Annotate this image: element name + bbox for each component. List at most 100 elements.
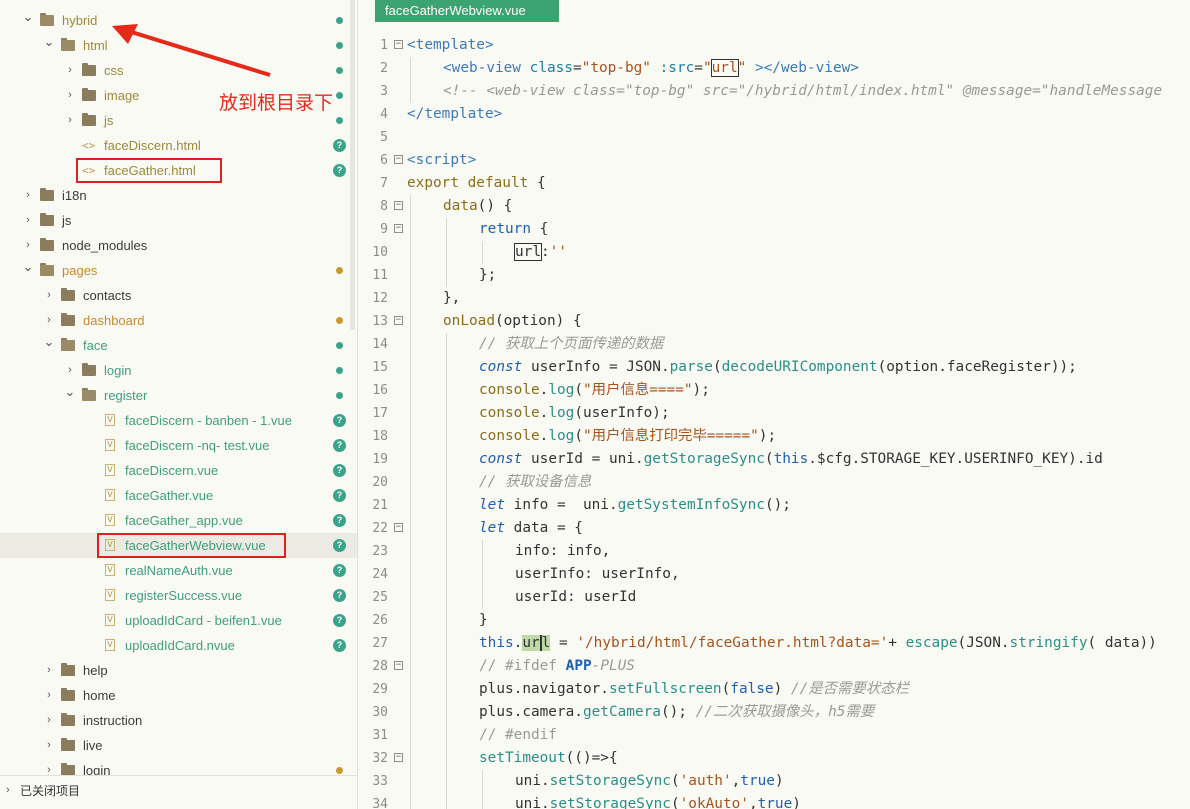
tree-item-registersuccess-vue[interactable]: VregisterSuccess.vue?: [0, 583, 357, 608]
chevron-right-icon[interactable]: ›: [43, 708, 55, 733]
tree-item-label: faceDiscern - banben - 1.vue: [125, 413, 292, 428]
code-line[interactable]: 24 userInfo: userInfo,: [358, 563, 1190, 586]
folder-open-icon: [40, 263, 54, 276]
tree-item-uploadidcard-nvue[interactable]: VuploadIdCard.nvue?: [0, 633, 357, 658]
tree-item-facediscern-banben-1-vue[interactable]: VfaceDiscern - banben - 1.vue?: [0, 408, 357, 433]
chevron-down-icon[interactable]: ⌄: [43, 329, 55, 354]
status-dot-icon: [336, 767, 343, 774]
indent-guide: [410, 195, 411, 218]
fold-toggle-icon[interactable]: −: [394, 40, 403, 49]
code-line[interactable]: 28− // #ifdef APP-PLUS: [358, 655, 1190, 678]
line-number: 25: [372, 590, 388, 605]
fold-toggle-icon[interactable]: −: [394, 753, 403, 762]
tab-faceGatherWebview[interactable]: faceGatherWebview.vue: [375, 0, 559, 22]
tree-item-js[interactable]: › js: [0, 208, 357, 233]
code-line[interactable]: 15 const userInfo = JSON.parse(decodeURIC…: [358, 356, 1190, 379]
chevron-right-icon[interactable]: ›: [43, 283, 55, 308]
indent-guide: [446, 770, 447, 793]
tree-item-facegather-app-vue[interactable]: VfaceGather_app.vue?: [0, 508, 357, 533]
code-line[interactable]: 18 console.log("用户信息打印完毕=====");: [358, 425, 1190, 448]
tree-item-node-modules[interactable]: › node_modules: [0, 233, 357, 258]
tree-item-instruction[interactable]: › instruction: [0, 708, 357, 733]
vue-file-icon: V: [105, 539, 115, 551]
chevron-right-icon[interactable]: ›: [22, 208, 34, 233]
tree-item-facediscern-nq-test-vue[interactable]: VfaceDiscern -nq- test.vue?: [0, 433, 357, 458]
code-editor[interactable]: faceGatherWebview.vue 1− <template> 2 <web-…: [358, 0, 1190, 809]
code-line[interactable]: 20 // 获取设备信息: [358, 471, 1190, 494]
fold-toggle-icon[interactable]: −: [394, 155, 403, 164]
line-number: 10: [372, 245, 388, 260]
code-text: };: [479, 267, 497, 283]
code-line[interactable]: 14 // 获取上个页面传递的数据: [358, 333, 1190, 356]
tree-item-facediscern-vue[interactable]: VfaceDiscern.vue?: [0, 458, 357, 483]
tree-item-login[interactable]: › login: [0, 358, 357, 383]
code-line[interactable]: 25 userId: userId: [358, 586, 1190, 609]
code-text: let data = {: [479, 520, 583, 536]
code-line[interactable]: 8− data() {: [358, 195, 1190, 218]
chevron-right-icon[interactable]: ›: [22, 183, 34, 208]
chevron-right-icon[interactable]: ›: [43, 658, 55, 683]
tree-item-label: register: [104, 388, 148, 403]
fold-toggle-icon[interactable]: −: [394, 201, 403, 210]
code-line[interactable]: 10 url:'': [358, 241, 1190, 264]
fold-toggle-icon[interactable]: −: [394, 224, 403, 233]
indent-guide: [446, 517, 447, 540]
chevron-down-icon[interactable]: ⌄: [64, 379, 76, 404]
tree-item-label: i18n: [62, 188, 87, 203]
tree-item-label: faceDiscern.vue: [125, 463, 219, 478]
code-line[interactable]: 9− return {: [358, 218, 1190, 241]
tree-item-register[interactable]: ⌄ register: [0, 383, 357, 408]
code-line[interactable]: 4 </template>: [358, 103, 1190, 126]
chevron-down-icon[interactable]: ⌄: [22, 254, 34, 279]
fold-toggle-icon[interactable]: −: [394, 523, 403, 532]
tree-item-live[interactable]: › live: [0, 733, 357, 758]
tree-item-i18n[interactable]: › i18n: [0, 183, 357, 208]
tree-item-home[interactable]: › home: [0, 683, 357, 708]
code-line[interactable]: 6− <script>: [358, 149, 1190, 172]
code-line[interactable]: 30 plus.camera.getCamera(); //二次获取摄像头，h5需…: [358, 701, 1190, 724]
code-line[interactable]: 26}: [358, 609, 1190, 632]
project-explorer: ⌄ hybrid ⌄ html › css › image › js <> faceDiscern.h…: [0, 0, 358, 809]
tree-item-facegather-html[interactable]: <> faceGather.html?: [0, 158, 357, 183]
chevron-right-icon[interactable]: ›: [43, 683, 55, 708]
tree-item-facegatherwebview-vue[interactable]: VfaceGatherWebview.vue?: [0, 533, 357, 558]
code-line[interactable]: 5: [358, 126, 1190, 149]
indent-guide: [446, 632, 447, 655]
tree-item-contacts[interactable]: › contacts: [0, 283, 357, 308]
tree-item-realnameauth-vue[interactable]: VrealNameAuth.vue?: [0, 558, 357, 583]
chevron-right-icon[interactable]: ›: [43, 733, 55, 758]
code-line[interactable]: 23 info: info,: [358, 540, 1190, 563]
fold-toggle-icon[interactable]: −: [394, 661, 403, 670]
code-line[interactable]: 32− setTimeout(()=>{: [358, 747, 1190, 770]
code-line[interactable]: 34 uni.setStorageSync('okAuto',true): [358, 793, 1190, 809]
code-line[interactable]: 17 console.log(userInfo);: [358, 402, 1190, 425]
tree-item-face[interactable]: ⌄ face: [0, 333, 357, 358]
code-line[interactable]: 13− onLoad(option) {: [358, 310, 1190, 333]
code-line[interactable]: 2 <web-view class="top-bg" :src="url" ></…: [358, 57, 1190, 80]
tree-item-facediscern-html[interactable]: <> faceDiscern.html?: [0, 133, 357, 158]
indent-guide: [446, 747, 447, 770]
code-line[interactable]: 22− let data = {: [358, 517, 1190, 540]
code-line[interactable]: 27 this.ur l = '/hybrid/html/faceGather.ht…: [358, 632, 1190, 655]
code-line[interactable]: 3 <!-- <web-view class="top-bg" src="/hyb…: [358, 80, 1190, 103]
closed-projects-bar[interactable]: › 已关闭项目: [0, 775, 357, 809]
tree-item-uploadidcard-beifen1-vue[interactable]: VuploadIdCard - beifen1.vue?: [0, 608, 357, 633]
line-number: 17: [372, 406, 388, 421]
code-line[interactable]: 7 export default {: [358, 172, 1190, 195]
indent-guide: [446, 724, 447, 747]
code-line[interactable]: 1− <template>: [358, 34, 1190, 57]
line-number: 30: [372, 705, 388, 720]
tree-item-pages[interactable]: ⌄ pages: [0, 258, 357, 283]
tree-item-help[interactable]: › help: [0, 658, 357, 683]
code-line[interactable]: 11};: [358, 264, 1190, 287]
code-area[interactable]: 1− <template> 2 <web-view class="top-bg" :s…: [358, 34, 1190, 809]
code-line[interactable]: 21 let info = uni.getSystemInfoSync();: [358, 494, 1190, 517]
code-line[interactable]: 19 const userId = uni.getStorageSync(this…: [358, 448, 1190, 471]
code-line[interactable]: 16 console.log("用户信息====");: [358, 379, 1190, 402]
code-line[interactable]: 12},: [358, 287, 1190, 310]
fold-toggle-icon[interactable]: −: [394, 316, 403, 325]
tree-item-facegather-vue[interactable]: VfaceGather.vue?: [0, 483, 357, 508]
code-line[interactable]: 33 uni.setStorageSync('auth',true): [358, 770, 1190, 793]
code-line[interactable]: 29 plus.navigator.setFullscreen(false) //…: [358, 678, 1190, 701]
code-line[interactable]: 31 // #endif: [358, 724, 1190, 747]
